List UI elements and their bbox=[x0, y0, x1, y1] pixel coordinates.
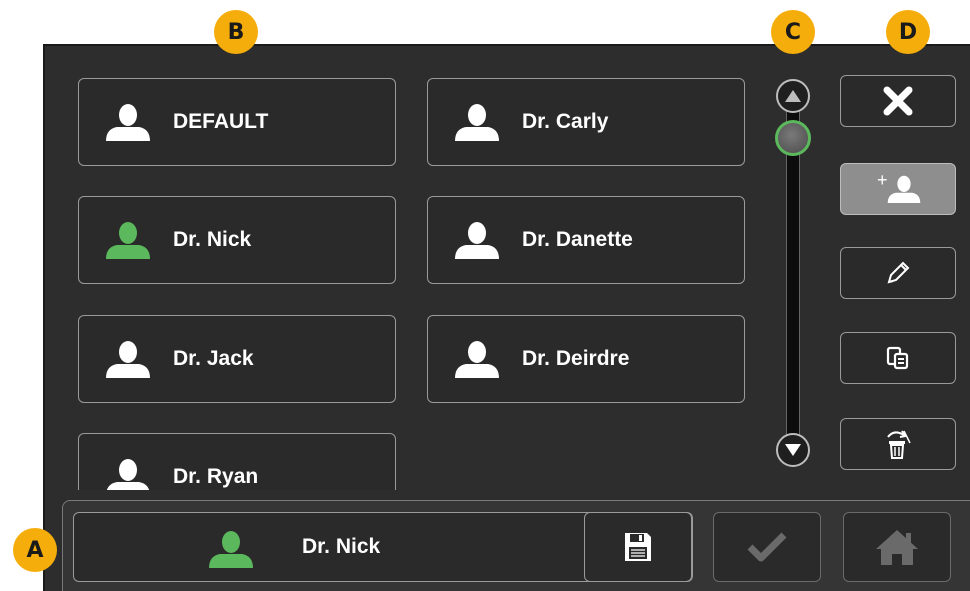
triangle-up-icon bbox=[785, 90, 801, 102]
callout-d: D bbox=[886, 10, 930, 54]
user-button-label: Dr. Carly bbox=[522, 110, 609, 133]
confirm-button[interactable] bbox=[713, 512, 821, 582]
add-user-button[interactable]: + bbox=[840, 163, 956, 215]
user-button-dr-deirdre[interactable]: Dr. Deirdre bbox=[427, 315, 745, 403]
home-icon bbox=[876, 530, 918, 565]
scrollbar-thumb[interactable] bbox=[775, 120, 811, 156]
trash-icon bbox=[887, 430, 911, 459]
close-icon bbox=[883, 86, 913, 116]
user-icon bbox=[454, 339, 500, 379]
pencil-icon bbox=[887, 261, 910, 284]
edit-button[interactable] bbox=[840, 247, 956, 299]
callout-b: B bbox=[214, 10, 258, 54]
close-button[interactable] bbox=[840, 75, 956, 127]
user-button-label: Dr. Deirdre bbox=[522, 347, 630, 370]
scroll-up-button[interactable] bbox=[776, 79, 810, 113]
callout-c: C bbox=[771, 10, 815, 54]
delete-button[interactable] bbox=[840, 418, 956, 470]
add-user-icon bbox=[887, 175, 921, 204]
triangle-down-icon bbox=[785, 444, 801, 456]
user-button-label: DEFAULT bbox=[173, 110, 269, 133]
save-button[interactable] bbox=[584, 512, 692, 582]
user-icon bbox=[454, 220, 500, 260]
user-button-dr-ryan[interactable]: Dr. Ryan bbox=[78, 433, 396, 490]
copy-button[interactable] bbox=[840, 332, 956, 384]
user-icon bbox=[105, 102, 151, 142]
user-icon-selected bbox=[209, 531, 253, 568]
user-icon bbox=[105, 457, 151, 490]
current-user-name: Dr. Nick bbox=[302, 535, 381, 558]
user-button-dr-danette[interactable]: Dr. Danette bbox=[427, 196, 745, 284]
user-button-dr-nick[interactable]: Dr. Nick bbox=[78, 196, 396, 284]
user-list: DEFAULT Dr. Carly Dr. Nick Dr. Danette D… bbox=[78, 78, 750, 490]
callout-a: A bbox=[13, 528, 57, 572]
user-button-default[interactable]: DEFAULT bbox=[78, 78, 396, 166]
checkmark-icon bbox=[747, 532, 787, 562]
copy-icon bbox=[886, 346, 909, 370]
user-button-dr-jack[interactable]: Dr. Jack bbox=[78, 315, 396, 403]
user-icon bbox=[105, 339, 151, 379]
floppy-disk-icon bbox=[625, 533, 651, 561]
user-icon bbox=[454, 102, 500, 142]
user-button-dr-carly[interactable]: Dr. Carly bbox=[427, 78, 745, 166]
user-button-label: Dr. Ryan bbox=[173, 465, 259, 488]
user-button-label: Dr. Jack bbox=[173, 347, 254, 370]
home-button[interactable] bbox=[843, 512, 951, 582]
user-button-label: Dr. Nick bbox=[173, 228, 252, 251]
user-icon-selected bbox=[105, 220, 151, 260]
scroll-down-button[interactable] bbox=[776, 433, 810, 467]
user-button-label: Dr. Danette bbox=[522, 228, 633, 251]
plus-sign: + bbox=[877, 170, 888, 190]
